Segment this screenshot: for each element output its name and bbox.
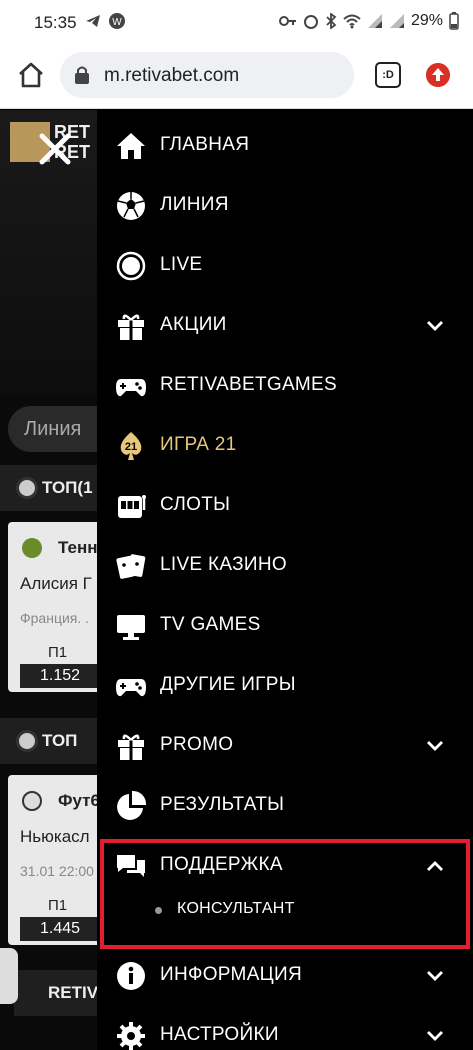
bullet-icon: [155, 907, 162, 914]
slot-machine-icon: [118, 495, 146, 518]
section-top-header-2: ТОП: [0, 718, 110, 764]
status-notification-icons: W: [84, 12, 126, 30]
wifi-icon: [343, 14, 361, 29]
section-top-header: ТОП(1: [0, 465, 110, 511]
menu-item-promo[interactable]: PROMO: [97, 716, 473, 776]
menu-item-tv-games[interactable]: TV GAMES: [97, 596, 473, 656]
browser-toolbar: m.retivabet.com :D: [0, 46, 473, 109]
tennis-ball-icon: [22, 538, 42, 558]
menu-item-promotions[interactable]: АКЦИИ: [97, 296, 473, 356]
section-icon: [16, 477, 38, 499]
menu-item-information[interactable]: ИНФОРМАЦИЯ: [97, 946, 473, 1006]
soccer-ball-icon: [117, 192, 145, 220]
live-circle-icon: [116, 251, 146, 281]
gift-icon: [118, 734, 144, 760]
chevron-up-icon[interactable]: [425, 856, 445, 876]
svg-text:W: W: [112, 17, 122, 28]
chevron-down-icon[interactable]: [425, 316, 445, 336]
key-icon: [278, 16, 296, 26]
pie-chart-icon: [117, 790, 147, 820]
menu-item-slots[interactable]: СЛОТЫ: [97, 476, 473, 536]
menu-item-home[interactable]: ГЛАВНАЯ: [97, 116, 473, 176]
gear-icon: [117, 1022, 145, 1050]
battery-icon: [449, 12, 459, 30]
home-icon: [117, 133, 145, 159]
signal-icon: [367, 14, 382, 28]
gamepad-icon: [116, 679, 146, 697]
section-icon: [16, 730, 38, 752]
menu-item-other-games[interactable]: ДРУГИЕ ИГРЫ: [97, 656, 473, 716]
chat-bubbles-icon: [117, 855, 145, 877]
status-time: 15:35: [34, 13, 77, 32]
bluetooth-icon: [326, 13, 337, 29]
update-arrow-icon[interactable]: [426, 63, 450, 87]
menu-item-results[interactable]: РЕЗУЛЬТАТЫ: [97, 776, 473, 836]
menu-item-retivabetgames[interactable]: RETIVABETGAMES: [97, 356, 473, 416]
info-icon: [117, 962, 145, 990]
cards-icon: [116, 554, 146, 579]
status-bar: 15:35 W 29%: [0, 0, 473, 46]
odd-button[interactable]: 1.152: [20, 664, 100, 688]
lock-icon[interactable]: [74, 65, 90, 85]
chevron-down-icon[interactable]: [425, 736, 445, 756]
close-icon[interactable]: [38, 132, 72, 166]
signal-icon-2: [389, 14, 404, 28]
app-badge-icon: W: [109, 13, 125, 29]
telegram-icon: [86, 15, 100, 27]
alarm-icon: [303, 15, 318, 29]
gift-icon: [118, 314, 144, 340]
tabs-button[interactable]: :D: [375, 62, 401, 88]
menu-item-line[interactable]: ЛИНИЯ: [97, 176, 473, 236]
line-search-label: Линия: [24, 418, 82, 440]
status-system-icons: 29%: [278, 12, 459, 30]
menu-item-settings[interactable]: НАСТРОЙКИ: [97, 1006, 473, 1050]
blackjack-21-icon: 21: [120, 432, 142, 460]
chevron-down-icon[interactable]: [425, 1026, 445, 1046]
submenu-item-consultant[interactable]: КОНСУЛЬТАНТ: [97, 890, 473, 930]
soccer-ball-icon: [22, 791, 42, 811]
menu-item-support[interactable]: ПОДДЕРЖКА: [97, 836, 473, 896]
home-icon[interactable]: [16, 60, 46, 90]
chevron-down-icon[interactable]: [425, 966, 445, 986]
battery-percent: 29%: [410, 12, 443, 29]
address-bar[interactable]: m.retivabet.com: [60, 52, 354, 98]
accessibility-tab[interactable]: [0, 948, 18, 1004]
svg-text:21: 21: [125, 441, 137, 453]
menu-item-game-21[interactable]: 21 ИГРА 21: [97, 416, 473, 476]
gamepad-icon: [116, 379, 146, 397]
side-menu: ГЛАВНАЯ ЛИНИЯ LIVE АКЦИИ RETIVABETGAMES …: [97, 110, 473, 1050]
url-text[interactable]: m.retivabet.com: [104, 65, 239, 87]
tv-icon: [117, 615, 145, 640]
odd-button[interactable]: 1.445: [20, 917, 100, 941]
menu-item-live-casino[interactable]: LIVE КАЗИНО: [97, 536, 473, 596]
menu-item-live[interactable]: LIVE: [97, 236, 473, 296]
